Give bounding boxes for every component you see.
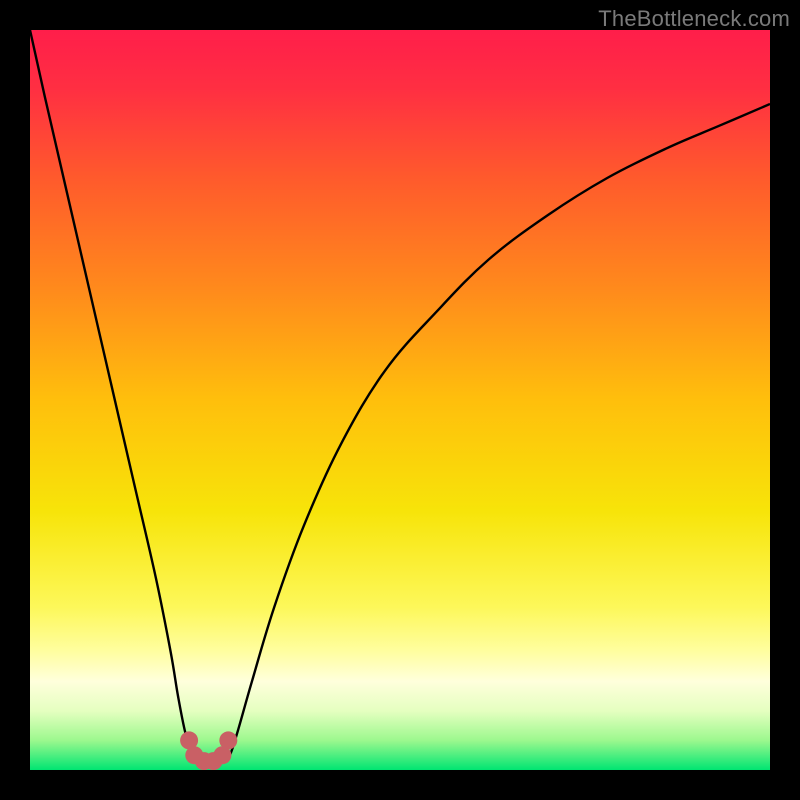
min-region-dots [180,731,237,770]
marker-dot [219,731,237,749]
bottleneck-curve [30,30,770,763]
curve-layer [30,30,770,770]
watermark-text: TheBottleneck.com [598,6,790,32]
plot-area [30,30,770,770]
